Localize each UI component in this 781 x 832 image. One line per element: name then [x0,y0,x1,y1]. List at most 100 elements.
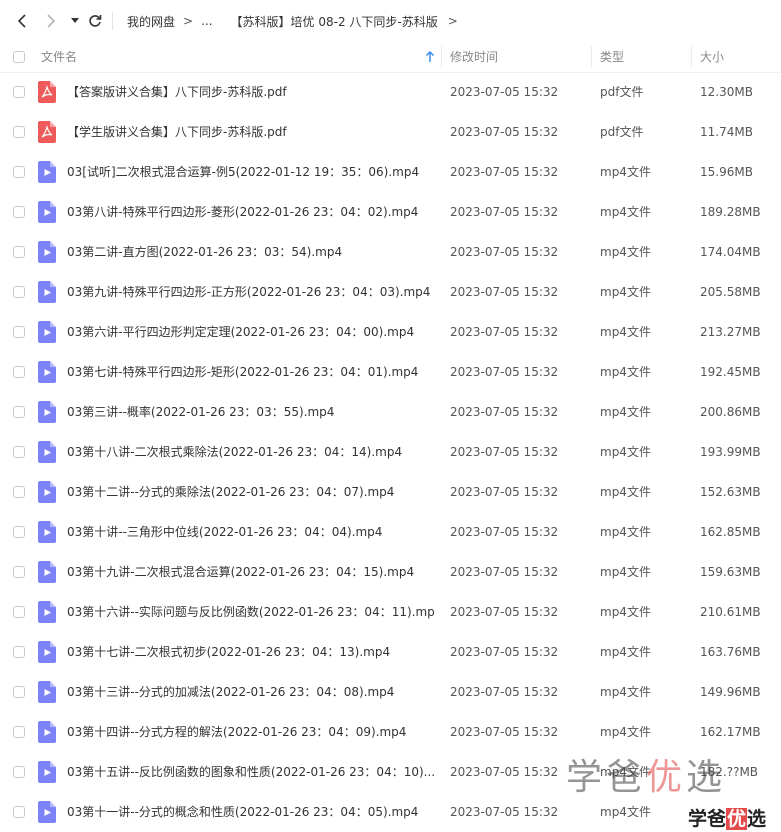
file-row[interactable]: 【学生版讲义合集】八下同步-苏科版.pdf 2023-07-05 15:32 pdf… [0,112,781,152]
row-checkbox[interactable] [13,286,25,298]
file-size: 200.86MB [700,405,761,419]
file-type: mp4文件 [600,365,651,379]
column-divider[interactable] [441,46,442,68]
column-header-type[interactable]: 类型 [600,42,624,72]
file-mtime: 2023-07-05 15:32 [450,605,559,619]
column-header-mtime[interactable]: 修改时间 [450,42,498,72]
column-divider[interactable] [591,46,592,68]
file-name: 03第三讲--概率(2022-01-26 23：03：55).mp4 [67,405,335,419]
row-checkbox[interactable] [13,806,25,818]
history-dropdown-button[interactable] [65,11,85,31]
breadcrumb-root[interactable]: 我的网盘 [127,13,175,30]
video-icon [38,601,56,623]
file-type: mp4文件 [600,725,651,739]
file-mtime: 2023-07-05 15:32 [450,765,559,779]
file-type: mp4文件 [600,445,651,459]
file-row[interactable]: 03第十三讲--分式的加减法(2022-01-26 23：04：08).mp4 2… [0,672,781,712]
file-mtime: 2023-07-05 15:32 [450,365,559,379]
watermark-small: 学爸优选 [688,808,767,830]
file-row[interactable]: 03第三讲--概率(2022-01-26 23：03：55).mp4 2023-0… [0,392,781,432]
file-mtime: 2023-07-05 15:32 [450,685,559,699]
row-checkbox[interactable] [13,646,25,658]
file-size: 163.76MB [700,645,761,659]
row-checkbox[interactable] [13,366,25,378]
column-divider[interactable] [691,46,692,68]
breadcrumb-current-folder[interactable]: 【苏科版】培优 08-2 八下同步-苏科版 [231,13,438,30]
file-mtime: 2023-07-05 15:32 [450,125,559,139]
row-checkbox[interactable] [13,766,25,778]
file-type: pdf文件 [600,125,644,139]
file-type: mp4文件 [600,165,651,179]
row-checkbox[interactable] [13,206,25,218]
refresh-button[interactable] [85,11,105,31]
row-checkbox[interactable] [13,126,25,138]
breadcrumb-separator: > [183,14,194,28]
file-size: 213.27MB [700,325,761,339]
file-name: 03第十八讲-二次根式乘除法(2022-01-26 23：04：14).mp4 [67,445,403,459]
file-size: 11.74MB [700,125,753,139]
file-size: 12.30MB [700,85,753,99]
file-type: pdf文件 [600,85,644,99]
row-checkbox[interactable] [13,686,25,698]
row-checkbox[interactable] [13,166,25,178]
file-name: 03第十四讲--分式方程的解法(2022-01-26 23：04：09).mp4 [67,725,407,739]
video-icon [38,401,56,423]
file-row[interactable]: 03第六讲-平行四边形判定定理(2022-01-26 23：04：00).mp4… [0,312,781,352]
video-icon [38,161,56,183]
file-row[interactable]: 03[试听]二次根式混合运算-例5(2022-01-12 19：35：06).m… [0,152,781,192]
file-name: 03第十二讲--分式的乘除法(2022-01-26 23：04：07).mp4 [67,485,395,499]
file-name: 03第十三讲--分式的加减法(2022-01-26 23：04：08).mp4 [67,685,395,699]
video-icon [38,201,56,223]
watermark-large: 学爸优选 [566,757,727,798]
forward-button[interactable] [41,11,61,31]
file-row[interactable]: 03第七讲-特殊平行四边形-矩形(2022-01-26 23：04：01).mp… [0,352,781,392]
file-type: mp4文件 [600,245,651,259]
column-header-name[interactable]: 文件名 [41,42,77,72]
file-type: mp4文件 [600,565,651,579]
file-row[interactable]: 03第十讲--三角形中位线(2022-01-26 23：04：04).mp4 20… [0,512,781,552]
file-row[interactable]: 03第十四讲--分式方程的解法(2022-01-26 23：04：09).mp4… [0,712,781,752]
file-row[interactable]: 03第八讲-特殊平行四边形-菱形(2022-01-26 23：04：02).mp… [0,192,781,232]
file-row[interactable]: 03第十六讲--实际问题与反比例函数(2022-01-26 23：04：11).… [0,592,781,632]
file-row[interactable]: 03第十二讲--分式的乘除法(2022-01-26 23：04：07).mp4 2… [0,472,781,512]
file-row[interactable]: 03第十九讲-二次根式混合运算(2022-01-26 23：04：15).mp4… [0,552,781,592]
toolbar-divider [112,12,113,30]
breadcrumb: 我的网盘 > ... 【苏科版】培优 08-2 八下同步-苏科版 > [127,0,466,42]
file-size: 193.99MB [700,445,761,459]
select-all-checkbox[interactable] [13,51,25,63]
row-checkbox[interactable] [13,566,25,578]
back-button[interactable] [12,11,32,31]
file-name: 03第七讲-特殊平行四边形-矩形(2022-01-26 23：04：01).mp… [67,365,419,379]
row-checkbox[interactable] [13,726,25,738]
file-row[interactable]: 03第十八讲-二次根式乘除法(2022-01-26 23：04：14).mp4 2… [0,432,781,472]
file-row[interactable]: 【答案版讲义合集】八下同步-苏科版.pdf 2023-07-05 15:32 pdf… [0,72,781,112]
video-icon [38,321,56,343]
chevron-left-icon [17,14,26,28]
row-checkbox[interactable] [13,486,25,498]
file-name: 【学生版讲义合集】八下同步-苏科版.pdf [67,125,287,139]
pdf-icon [38,81,56,103]
row-checkbox[interactable] [13,326,25,338]
row-checkbox[interactable] [13,526,25,538]
row-checkbox[interactable] [13,406,25,418]
column-header-size[interactable]: 大小 [700,42,724,72]
sort-ascending-icon[interactable] [425,51,435,63]
file-type: mp4文件 [600,285,651,299]
breadcrumb-separator: > [447,14,458,28]
file-row[interactable]: 03第九讲-特殊平行四边形-正方形(2022-01-26 23：04：03).m… [0,272,781,312]
row-checkbox[interactable] [13,606,25,618]
file-row[interactable]: 03第十七讲-二次根式初步(2022-01-26 23：04：13).mp4 20… [0,632,781,672]
row-checkbox[interactable] [13,446,25,458]
file-mtime: 2023-07-05 15:32 [450,725,559,739]
file-mtime: 2023-07-05 15:32 [450,325,559,339]
row-checkbox[interactable] [13,246,25,258]
file-row[interactable]: 03第二讲-直方图(2022-01-26 23：03：54).mp4 2023-0… [0,232,781,272]
breadcrumb-ellipsis[interactable]: ... [201,14,212,28]
video-icon [38,241,56,263]
video-icon [38,481,56,503]
row-checkbox[interactable] [13,86,25,98]
file-name: 03第六讲-平行四边形判定定理(2022-01-26 23：04：00).mp4 [67,325,415,339]
file-size: 162.17MB [700,725,761,739]
file-type: mp4文件 [600,205,651,219]
file-size: 15.96MB [700,165,753,179]
